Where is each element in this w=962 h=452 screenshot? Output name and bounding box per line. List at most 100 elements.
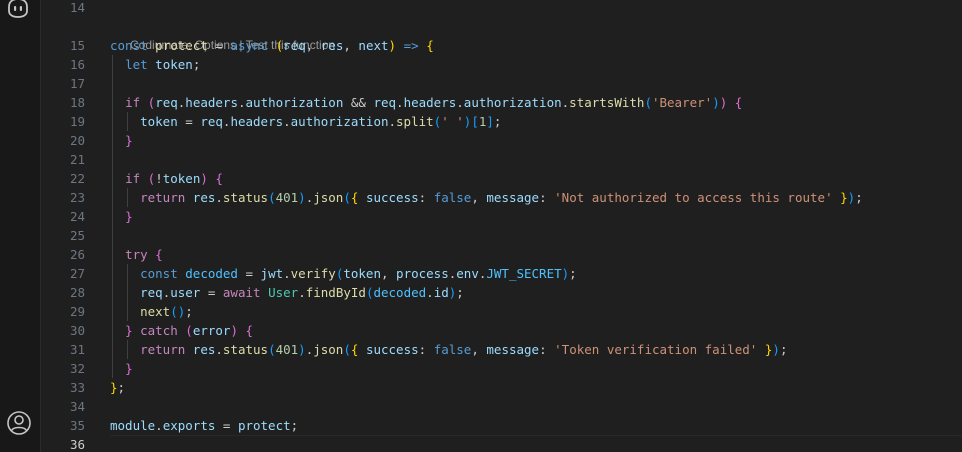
code-token: protect: [237, 418, 291, 433]
code-line[interactable]: req.user = await User.findById(decoded.i…: [110, 283, 464, 302]
code-token: ): [712, 95, 720, 110]
code-token: exports: [162, 418, 216, 433]
code-line[interactable]: next();: [110, 302, 193, 321]
code-token: env: [456, 266, 479, 281]
code-token: }: [125, 361, 133, 376]
code-token: token: [162, 171, 201, 186]
code-token: authorization: [245, 95, 344, 110]
code-token: =>: [403, 38, 419, 53]
code-token: {: [245, 323, 254, 338]
code-line[interactable]: if (req.headers.authorization && req.hea…: [110, 93, 742, 112]
code-token: ;: [192, 57, 201, 72]
account-icon[interactable]: [6, 410, 32, 436]
line-number: 22: [69, 171, 85, 186]
code-token: ): [230, 323, 238, 338]
code-token: 'Token verification failed': [554, 342, 758, 357]
code-token: module: [110, 418, 156, 433]
code-token: findById: [305, 285, 366, 300]
code-line[interactable]: }: [110, 131, 133, 150]
line-number: 33: [69, 380, 85, 395]
code-token: message: [486, 190, 540, 205]
line-number: 14: [69, 0, 85, 15]
code-token: (: [644, 95, 652, 110]
code-token: .: [155, 418, 163, 433]
line-number: 26: [69, 247, 85, 262]
line-number-gutter[interactable]: 14 15 16 17 18 19 20 21 22 23 24 25 26 27 28 29 30 31 32 33…: [41, 0, 85, 452]
code-area[interactable]: Codiumate: Options | Test this function …: [110, 0, 962, 452]
line-number: 29: [69, 304, 85, 319]
code-token: false: [433, 342, 472, 357]
code-token: .: [237, 95, 246, 110]
code-token: headers: [403, 95, 457, 110]
code-line[interactable]: try {: [110, 245, 163, 264]
code-token: protect: [155, 38, 208, 53]
code-line[interactable]: }: [110, 207, 133, 226]
line-number: 17: [69, 76, 85, 91]
codelens-bar: Codiumate: Options | Test this function: [110, 17, 335, 52]
code-token: ;: [569, 266, 577, 281]
code-token: 'Not authorized to access this route': [554, 190, 833, 205]
code-line[interactable]: const protect = async (req, res, next) =…: [110, 36, 434, 55]
code-line[interactable]: }: [110, 359, 133, 378]
code-line[interactable]: return res.status(401).json({ success: f…: [110, 340, 787, 359]
code-token: message: [486, 342, 540, 357]
code-token: 401: [275, 342, 299, 357]
line-number: 34: [69, 399, 85, 414]
code-line[interactable]: return res.status(401).json({ success: f…: [110, 188, 863, 207]
line-number: 28: [69, 285, 85, 300]
code-token: id: [433, 285, 449, 300]
code-token: catch: [140, 323, 178, 338]
code-token: (: [275, 38, 284, 53]
code-token: res: [192, 342, 216, 357]
code-token: =: [207, 38, 231, 53]
code-token: ): [772, 342, 780, 357]
code-token: .: [388, 114, 397, 129]
code-line[interactable]: const decoded = jwt.verify(token, proces…: [110, 264, 577, 283]
code-token: json: [313, 342, 344, 357]
code-token: 'Bearer': [651, 95, 713, 110]
code-token: res: [192, 190, 216, 205]
code-token: .: [298, 285, 306, 300]
code-token: decoded: [373, 285, 427, 300]
code-line[interactable]: };: [110, 378, 125, 397]
code-token: authorization: [463, 95, 562, 110]
code-token: ;: [493, 114, 502, 129]
code-token: User: [268, 285, 299, 300]
code-token: ): [388, 38, 397, 53]
code-token: {: [155, 247, 163, 262]
code-token: ;: [855, 190, 863, 205]
code-line[interactable]: if (!token) {: [110, 169, 223, 188]
copilot-icon[interactable]: [5, 0, 31, 21]
code-token: ): [298, 190, 306, 205]
line-number: 32: [69, 361, 85, 376]
code-token: const: [110, 38, 148, 53]
code-line[interactable]: token = req.headers.authorization.split(…: [110, 112, 501, 131]
code-token: ): [200, 171, 208, 186]
code-token: decoded: [185, 266, 238, 281]
line-number: 27: [69, 266, 85, 281]
code-editor[interactable]: 14 15 16 17 18 19 20 21 22 23 24 25 26 27 28 29 30 31 32 33…: [41, 0, 962, 452]
code-token: ): [298, 342, 306, 357]
code-token: headers: [230, 114, 284, 129]
code-token: :: [418, 190, 434, 205]
code-token: :: [539, 342, 555, 357]
code-line[interactable]: module.exports = protect;: [110, 416, 298, 435]
code-token: split: [396, 114, 434, 129]
code-line[interactable]: } catch (error) {: [110, 321, 253, 340]
code-token: status: [222, 190, 269, 205]
code-token: }: [110, 380, 118, 395]
code-token: ' ': [441, 114, 464, 129]
code-line[interactable]: let token;: [110, 55, 200, 74]
code-token: req: [373, 95, 397, 110]
